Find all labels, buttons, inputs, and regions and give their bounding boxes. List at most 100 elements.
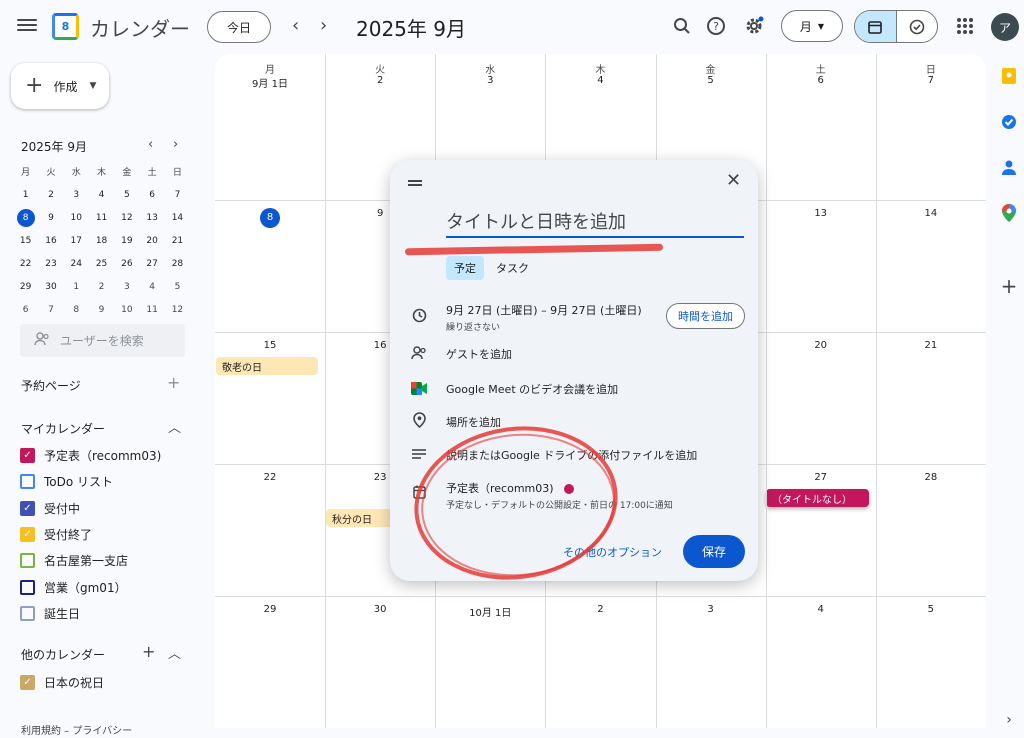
tasks-icon[interactable]: [999, 112, 1019, 132]
mini-day[interactable]: 5: [114, 183, 139, 206]
holiday-event[interactable]: 秋分の日: [326, 509, 396, 527]
day-number[interactable]: 5: [876, 604, 986, 615]
calendar-list-item[interactable]: ✓ 受付中: [20, 500, 80, 517]
my-calendars-title[interactable]: マイカレンダー: [21, 420, 105, 437]
mini-day[interactable]: 1: [64, 275, 89, 298]
checkbox-unchecked-icon[interactable]: [20, 579, 35, 595]
mini-day[interactable]: 9: [89, 298, 114, 321]
day-number[interactable]: 29: [215, 604, 325, 615]
avatar[interactable]: ア: [991, 13, 1019, 41]
today-button[interactable]: 今日: [207, 11, 271, 43]
day-number[interactable]: 4: [545, 75, 655, 86]
day-number[interactable]: 14: [876, 208, 986, 219]
mini-day[interactable]: 26: [114, 252, 139, 275]
day-number[interactable]: 6: [766, 75, 876, 86]
mini-day[interactable]: 5: [165, 275, 190, 298]
day-number[interactable]: 20: [766, 340, 876, 351]
add-calendar-icon[interactable]: +: [142, 642, 155, 661]
add-guests[interactable]: ゲストを追加: [446, 346, 512, 362]
save-button[interactable]: 保存: [683, 535, 745, 568]
create-button[interactable]: + 作成 ▼: [11, 63, 109, 109]
day-number[interactable]: 13: [766, 208, 876, 219]
maps-icon[interactable]: [999, 203, 1019, 223]
checkbox-checked-icon[interactable]: ✓: [20, 500, 35, 516]
mini-day[interactable]: 11: [139, 298, 164, 321]
contacts-icon[interactable]: [999, 157, 1019, 177]
calendar-list-item[interactable]: 名古屋第一支店: [20, 552, 128, 569]
mini-day[interactable]: 29: [13, 275, 38, 298]
mini-day[interactable]: 10: [64, 206, 89, 229]
mini-day[interactable]: 4: [139, 275, 164, 298]
mini-day[interactable]: 3: [64, 183, 89, 206]
mini-day[interactable]: 15: [13, 229, 38, 252]
mini-day[interactable]: 23: [38, 252, 63, 275]
mini-day[interactable]: 22: [13, 252, 38, 275]
other-calendars-title[interactable]: 他のカレンダー: [21, 646, 105, 663]
search-icon[interactable]: [671, 15, 693, 37]
user-search-input[interactable]: ユーザーを検索: [20, 324, 185, 357]
mini-day[interactable]: 8: [13, 206, 38, 229]
day-number[interactable]: 30: [325, 604, 435, 615]
day-number[interactable]: 22: [215, 472, 325, 483]
mini-day[interactable]: 7: [38, 298, 63, 321]
mini-day[interactable]: 24: [64, 252, 89, 275]
day-number[interactable]: 8: [215, 208, 325, 228]
mini-day[interactable]: 17: [64, 229, 89, 252]
checkbox-checked-icon[interactable]: ✓: [20, 448, 35, 463]
mini-day[interactable]: 14: [165, 206, 190, 229]
next-month-icon[interactable]: ›: [320, 15, 327, 36]
mini-next-icon[interactable]: ›: [173, 137, 178, 152]
calendar-list-item[interactable]: ✓ 予定表（recomm03): [20, 447, 161, 464]
day-number[interactable]: 4: [766, 604, 876, 615]
footer-links[interactable]: 利用規約 – プライバシー: [21, 722, 132, 737]
day-number[interactable]: 7: [876, 75, 986, 86]
day-number[interactable]: 15: [215, 340, 325, 351]
calendar-list-item[interactable]: 営業（gm01）: [20, 579, 127, 596]
checkbox-unchecked-icon[interactable]: [20, 474, 35, 490]
help-icon[interactable]: ?: [705, 15, 727, 37]
mini-prev-icon[interactable]: ‹: [148, 137, 153, 152]
close-icon[interactable]: ✕: [726, 170, 741, 191]
checkbox-unchecked-icon[interactable]: [20, 553, 35, 569]
calendar-list-item[interactable]: ✓ 受付終了: [20, 526, 92, 543]
mini-day[interactable]: 6: [13, 298, 38, 321]
day-number[interactable]: 3: [435, 75, 545, 86]
apps-grid-icon[interactable]: [957, 18, 973, 34]
add-time-button[interactable]: 時間を追加: [666, 303, 745, 329]
mini-day[interactable]: 7: [165, 183, 190, 206]
mini-day[interactable]: 21: [165, 229, 190, 252]
drag-handle-icon[interactable]: [408, 178, 422, 188]
day-number[interactable]: 9月 1日: [215, 75, 325, 90]
checkbox-checked-icon[interactable]: ✓: [20, 526, 35, 542]
untitled-event[interactable]: （タイトルなし）: [766, 489, 869, 507]
mini-day[interactable]: 9: [38, 206, 63, 229]
chevron-up-icon[interactable]: ︿: [168, 643, 181, 662]
settings-gear-icon[interactable]: [743, 15, 765, 37]
mini-day[interactable]: 10: [114, 298, 139, 321]
tab-task[interactable]: タスク: [488, 256, 537, 280]
holiday-event[interactable]: 敬老の日: [216, 357, 318, 375]
mini-day[interactable]: 13: [139, 206, 164, 229]
mini-day[interactable]: 12: [114, 206, 139, 229]
mini-day[interactable]: 11: [89, 206, 114, 229]
calendar-view-icon[interactable]: [855, 11, 897, 42]
calendar-list-item[interactable]: 誕生日: [20, 605, 80, 622]
mini-day[interactable]: 2: [38, 183, 63, 206]
mini-day[interactable]: 2: [89, 275, 114, 298]
mini-day[interactable]: 20: [139, 229, 164, 252]
mini-day[interactable]: 18: [89, 229, 114, 252]
mini-day[interactable]: 19: [114, 229, 139, 252]
view-select[interactable]: 月 ▼: [781, 10, 843, 42]
mini-day[interactable]: 4: [89, 183, 114, 206]
mini-day[interactable]: 12: [165, 298, 190, 321]
day-number[interactable]: 10月 1日: [435, 604, 545, 619]
chevron-up-icon[interactable]: ︿: [168, 417, 181, 436]
day-number[interactable]: 28: [876, 472, 986, 483]
expand-panel-icon[interactable]: ›: [999, 710, 1019, 730]
event-title-input[interactable]: [446, 208, 744, 238]
add-meet[interactable]: Google Meet のビデオ会議を追加: [446, 381, 618, 397]
add-addon-icon[interactable]: +: [999, 274, 1019, 298]
checkbox-checked-icon[interactable]: ✓: [20, 675, 35, 690]
add-booking-icon[interactable]: +: [167, 373, 180, 392]
calendar-list-item[interactable]: ✓ 日本の祝日: [20, 674, 104, 691]
